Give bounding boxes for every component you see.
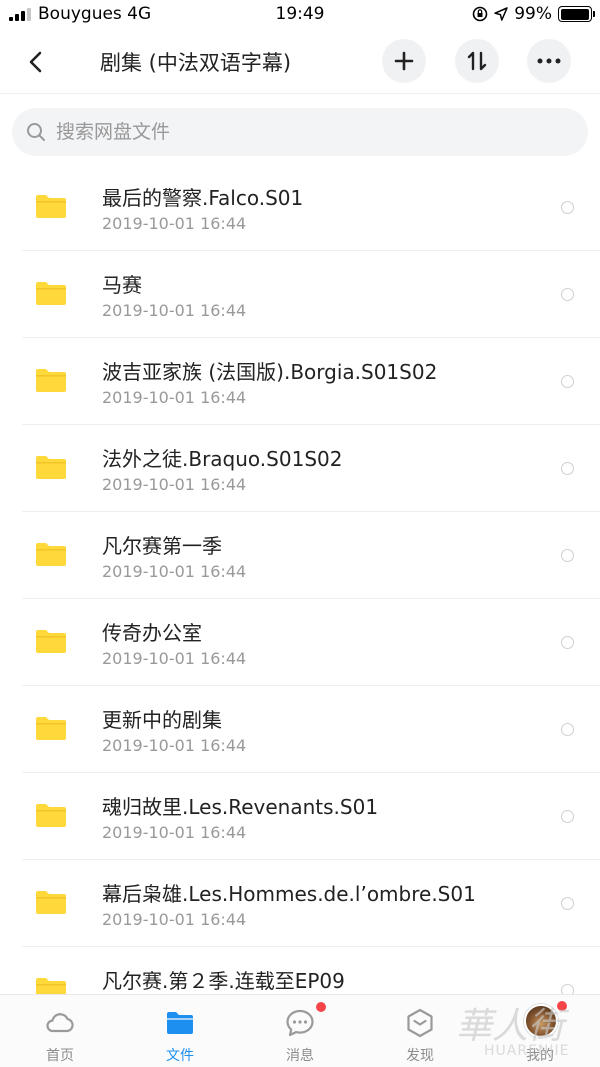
tab-messages[interactable]: 消息 — [240, 995, 360, 1067]
cloud-icon — [46, 1013, 74, 1033]
select-radio[interactable] — [561, 462, 574, 475]
file-row[interactable]: 幕后枭雄.Les.Hommes.de.l’ombre.S01 2019-10-01… — [0, 860, 600, 947]
search-bar[interactable] — [12, 108, 588, 156]
more-dots-icon — [537, 58, 561, 64]
chat-bubble-icon — [286, 1009, 314, 1037]
folder-icon — [36, 368, 66, 392]
file-name: 凡尔赛第一季 — [102, 534, 222, 558]
file-date: 2019-10-01 16:44 — [102, 649, 247, 668]
tab-files-label: 文件 — [166, 1048, 194, 1064]
search-input[interactable] — [56, 121, 536, 143]
tab-discover[interactable]: 发现 — [360, 995, 480, 1067]
battery-fill — [560, 8, 590, 20]
status-right-group: 99% — [472, 4, 595, 24]
avatar[interactable] — [524, 1004, 558, 1038]
file-date: 2019-10-01 16:44 — [102, 388, 247, 407]
add-button[interactable] — [382, 39, 426, 83]
discover-icon — [407, 1008, 433, 1038]
tab-home-label: 首页 — [46, 1048, 74, 1064]
folder-icon — [36, 803, 66, 827]
file-row[interactable]: 凡尔赛.第２季.连载至EP09 — [0, 947, 600, 994]
file-date: 2019-10-01 16:44 — [102, 910, 247, 929]
more-button[interactable] — [527, 39, 571, 83]
file-date: 2019-10-01 16:44 — [102, 475, 247, 494]
file-name: 凡尔赛.第２季.连载至EP09 — [102, 969, 345, 993]
search-icon — [27, 123, 45, 141]
select-radio[interactable] — [561, 984, 574, 994]
file-row[interactable]: 魂归故里.Les.Revenants.S01 2019-10-01 16:44 — [0, 773, 600, 860]
folder-icon — [36, 629, 66, 653]
select-radio[interactable] — [561, 375, 574, 388]
sort-arrows-icon — [467, 51, 487, 71]
select-radio[interactable] — [561, 549, 574, 562]
file-date: 2019-10-01 16:44 — [102, 736, 247, 755]
file-name: 波吉亚家族 (法国版).Borgia.S01S02 — [102, 360, 438, 384]
messages-badge — [315, 1001, 327, 1013]
file-row[interactable]: 最后的警察.Falco.S01 2019-10-01 16:44 — [0, 164, 600, 251]
battery-icon — [558, 6, 595, 22]
file-row[interactable]: 更新中的剧集 2019-10-01 16:44 — [0, 686, 600, 773]
nav-bar: 剧集 (中法双语字幕) — [0, 30, 600, 94]
select-radio[interactable] — [561, 636, 574, 649]
file-name: 法外之徒.Braquo.S01S02 — [102, 447, 343, 471]
file-date: 2019-10-01 16:44 — [102, 214, 247, 233]
select-radio[interactable] — [561, 897, 574, 910]
tab-home[interactable]: 首页 — [0, 995, 120, 1067]
file-date: 2019-10-01 16:44 — [102, 301, 247, 320]
chevron-left-icon — [29, 51, 42, 73]
file-name: 马赛 — [102, 273, 142, 297]
select-radio[interactable] — [561, 201, 574, 214]
tab-discover-label: 发现 — [406, 1048, 434, 1064]
file-date: 2019-10-01 16:44 — [102, 562, 247, 581]
tab-bar: 首页 文件 消息 发现 我的 — [0, 994, 600, 1067]
file-row[interactable]: 法外之徒.Braquo.S01S02 2019-10-01 16:44 — [0, 425, 600, 512]
folder-icon — [167, 1012, 193, 1034]
location-arrow-icon — [494, 7, 508, 21]
file-row[interactable]: 波吉亚家族 (法国版).Borgia.S01S02 2019-10-01 16:4… — [0, 338, 600, 425]
tab-files[interactable]: 文件 — [120, 995, 240, 1067]
folder-icon — [36, 977, 66, 994]
file-name: 传奇办公室 — [102, 621, 202, 645]
file-row[interactable]: 凡尔赛第一季 2019-10-01 16:44 — [0, 512, 600, 599]
page-title: 剧集 (中法双语字幕) — [100, 51, 292, 75]
file-list: 最后的警察.Falco.S01 2019-10-01 16:44 马赛 2019-10… — [0, 164, 600, 994]
tab-messages-label: 消息 — [286, 1048, 314, 1064]
folder-icon — [36, 542, 66, 566]
me-badge — [556, 1000, 568, 1012]
folder-icon — [36, 716, 66, 740]
folder-icon — [36, 455, 66, 479]
status-bar: Bouygues 4G 19:49 99% — [0, 0, 600, 30]
battery-percent: 99% — [514, 4, 552, 24]
file-row[interactable]: 马赛 2019-10-01 16:44 — [0, 251, 600, 338]
plus-icon — [394, 51, 414, 71]
file-name: 幕后枭雄.Les.Hommes.de.l’ombre.S01 — [102, 882, 476, 906]
folder-icon — [36, 281, 66, 305]
file-name: 更新中的剧集 — [102, 708, 222, 732]
file-row[interactable]: 传奇办公室 2019-10-01 16:44 — [0, 599, 600, 686]
file-name: 魂归故里.Les.Revenants.S01 — [102, 795, 379, 819]
sort-button[interactable] — [455, 39, 499, 83]
select-radio[interactable] — [561, 288, 574, 301]
select-radio[interactable] — [561, 810, 574, 823]
file-date: 2019-10-01 16:44 — [102, 823, 247, 842]
orientation-lock-icon — [472, 6, 488, 22]
back-button[interactable] — [22, 48, 50, 76]
select-radio[interactable] — [561, 723, 574, 736]
tab-me-label: 我的 — [526, 1048, 554, 1064]
file-name: 最后的警察.Falco.S01 — [102, 186, 304, 210]
folder-icon — [36, 194, 66, 218]
folder-icon — [36, 890, 66, 914]
